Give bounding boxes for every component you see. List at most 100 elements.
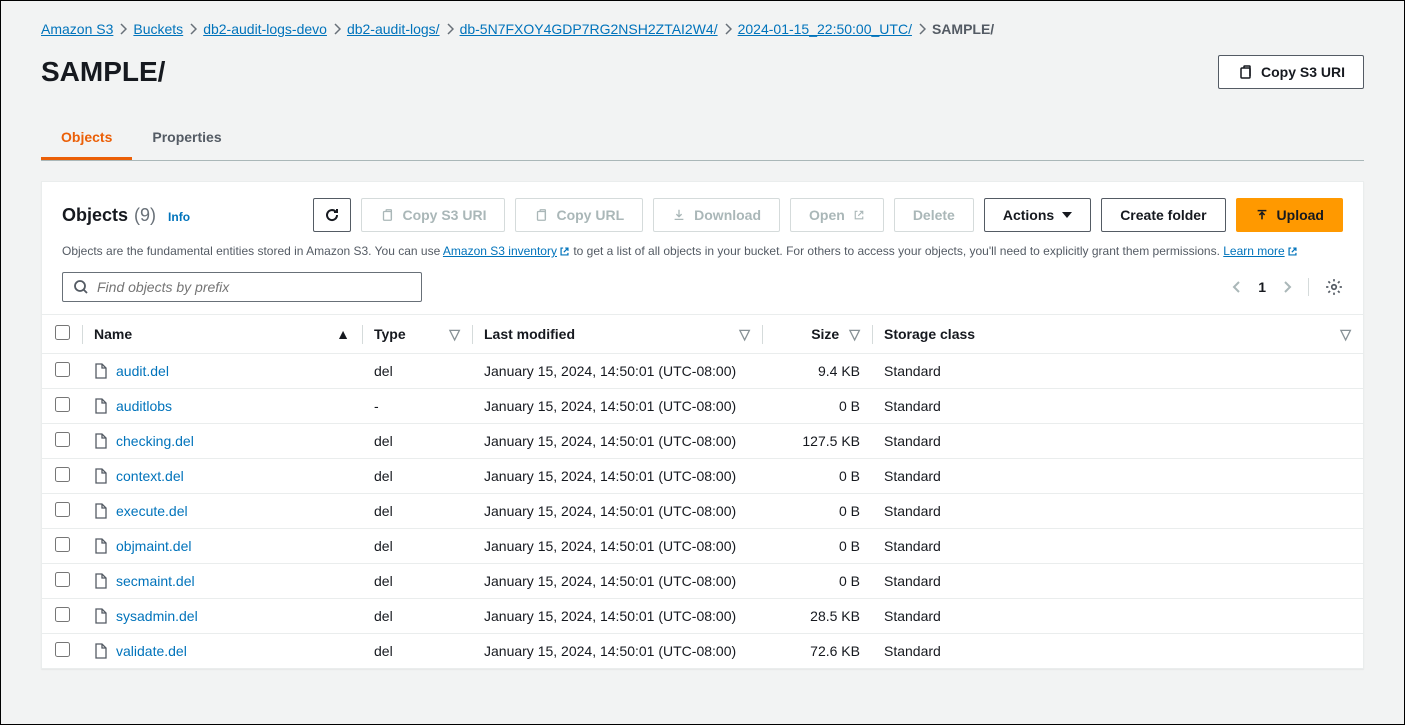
sort-icon[interactable]: ▽ (1340, 326, 1351, 343)
table-row: context.deldelJanuary 15, 2024, 14:50:01… (42, 459, 1363, 494)
sort-icon[interactable]: ▽ (739, 326, 750, 343)
file-icon (94, 433, 108, 449)
row-checkbox[interactable] (55, 607, 70, 622)
table-row: objmaint.del delJanuary 15, 2024, 14:50:0… (42, 529, 1363, 564)
settings-button[interactable] (1308, 278, 1343, 296)
object-storage: Standard (872, 634, 1363, 669)
learn-more-link[interactable]: Learn more (1223, 244, 1297, 258)
object-size: 0 B (762, 459, 872, 494)
panel-count: (9) (134, 205, 156, 226)
pagination: 1 (1232, 278, 1343, 296)
row-checkbox[interactable] (55, 502, 70, 517)
object-modified: January 15, 2024, 14:50:01 (UTC-08:00) (472, 459, 762, 494)
object-modified: January 15, 2024, 14:50:01 (UTC-08:00) (472, 634, 762, 669)
copy-icon (1237, 64, 1253, 80)
object-size: 0 B (762, 389, 872, 424)
table-row: validate.deldelJanuary 15, 2024, 14:50:0… (42, 634, 1363, 669)
actions-button[interactable]: Actions (984, 198, 1091, 232)
file-icon (94, 538, 108, 554)
file-icon (94, 503, 108, 519)
breadcrumb-link[interactable]: db-5N7FXOY4GDP7RG2NSH2ZTAI2W4/ (460, 21, 718, 37)
object-size: 72.6 KB (762, 634, 872, 669)
row-checkbox[interactable] (55, 432, 70, 447)
object-name-link[interactable]: validate.del (116, 643, 187, 659)
breadcrumb-separator (333, 23, 341, 35)
create-folder-button[interactable]: Create folder (1101, 198, 1225, 232)
object-name-link[interactable]: audit.del (116, 363, 169, 379)
chevron-down-icon (1062, 210, 1072, 220)
object-modified: January 15, 2024, 14:50:01 (UTC-08:00) (472, 389, 762, 424)
copy-url-button[interactable]: Copy URL (515, 198, 643, 232)
file-icon (94, 468, 108, 484)
search-input[interactable] (97, 279, 411, 295)
object-type: del (362, 564, 472, 599)
sort-icon[interactable]: ▽ (849, 326, 860, 342)
tabs: Objects Properties (41, 117, 1364, 161)
breadcrumb-separator (189, 23, 197, 35)
breadcrumb-separator (918, 23, 926, 35)
row-checkbox[interactable] (55, 362, 70, 377)
row-checkbox[interactable] (55, 537, 70, 552)
col-type[interactable]: Type (374, 326, 406, 342)
breadcrumb-link[interactable]: Amazon S3 (41, 21, 113, 37)
object-name-link[interactable]: checking.del (116, 433, 194, 449)
sort-icon[interactable]: ▽ (449, 326, 460, 343)
breadcrumb-separator (724, 23, 732, 35)
object-name-link[interactable]: objmaint.del (116, 538, 192, 554)
inventory-link[interactable]: Amazon S3 inventory (443, 244, 570, 258)
object-name-link[interactable]: sysadmin.del (116, 608, 198, 624)
file-icon (94, 643, 108, 659)
search-icon (73, 279, 89, 295)
copy-s3-uri-header-button[interactable]: Copy S3 URI (1218, 55, 1364, 89)
col-modified[interactable]: Last modified (484, 326, 575, 342)
row-checkbox[interactable] (55, 467, 70, 482)
object-modified: January 15, 2024, 14:50:01 (UTC-08:00) (472, 424, 762, 459)
breadcrumb-link[interactable]: db2-audit-logs-devo (203, 21, 327, 37)
breadcrumb-link[interactable]: Buckets (133, 21, 183, 37)
table-row: execute.deldelJanuary 15, 2024, 14:50:01… (42, 494, 1363, 529)
object-name-link[interactable]: context.del (116, 468, 184, 484)
download-button[interactable]: Download (653, 198, 780, 232)
object-type: del (362, 494, 472, 529)
breadcrumb-link[interactable]: 2024-01-15_22:50:00_UTC/ (738, 21, 912, 37)
object-size: 28.5 KB (762, 599, 872, 634)
object-modified: January 15, 2024, 14:50:01 (UTC-08:00) (472, 354, 762, 389)
row-checkbox[interactable] (55, 642, 70, 657)
current-page: 1 (1258, 279, 1266, 295)
tab-properties[interactable]: Properties (132, 117, 241, 160)
refresh-button[interactable] (313, 198, 351, 232)
object-storage: Standard (872, 564, 1363, 599)
open-button[interactable]: Open (790, 198, 884, 232)
select-all-checkbox[interactable] (55, 325, 70, 340)
row-checkbox[interactable] (55, 572, 70, 587)
prev-page-button[interactable] (1232, 280, 1242, 294)
object-storage: Standard (872, 424, 1363, 459)
upload-icon (1255, 208, 1269, 222)
col-size[interactable]: Size (811, 326, 839, 342)
sort-asc-icon[interactable]: ▲ (336, 326, 350, 342)
breadcrumb-separator (119, 23, 127, 35)
col-storage[interactable]: Storage class (884, 326, 975, 342)
upload-button[interactable]: Upload (1236, 198, 1343, 232)
next-page-button[interactable] (1282, 280, 1292, 294)
panel-title: Objects (62, 205, 128, 226)
object-type: del (362, 529, 472, 564)
file-icon (94, 398, 108, 414)
delete-button[interactable]: Delete (894, 198, 974, 232)
object-size: 0 B (762, 494, 872, 529)
object-name-link[interactable]: execute.del (116, 503, 188, 519)
tab-objects[interactable]: Objects (41, 117, 132, 160)
object-size: 0 B (762, 564, 872, 599)
info-link[interactable]: Info (168, 210, 190, 224)
copy-s3-uri-button[interactable]: Copy S3 URI (361, 198, 505, 232)
object-name-link[interactable]: secmaint.del (116, 573, 195, 589)
copy-icon (534, 208, 548, 222)
row-checkbox[interactable] (55, 397, 70, 412)
table-row: secmaint.deldelJanuary 15, 2024, 14:50:0… (42, 564, 1363, 599)
breadcrumb-link[interactable]: db2-audit-logs/ (347, 21, 440, 37)
object-name-link[interactable]: auditlobs (116, 398, 172, 414)
col-name[interactable]: Name (94, 326, 132, 342)
search-box[interactable] (62, 272, 422, 302)
objects-panel: Objects (9) Info Copy S3 URI (41, 181, 1364, 669)
object-modified: January 15, 2024, 14:50:01 (UTC-08:00) (472, 529, 762, 564)
